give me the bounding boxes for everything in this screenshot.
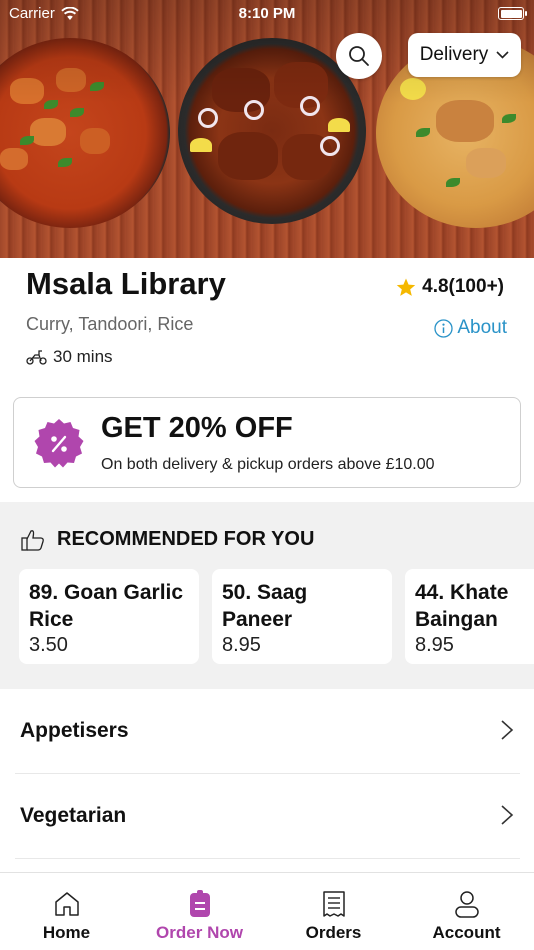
about-label: About [457,317,507,338]
clock: 8:10 PM [238,5,296,22]
star-icon [396,278,416,296]
chevron-down-icon [496,51,509,59]
recommended-section: RECOMMENDED FOR YOU 89. Goan Garlic Rice… [0,502,534,689]
tab-home[interactable]: Home [0,889,133,943]
tab-account[interactable]: Account [400,889,533,943]
bottom-tab-bar: Home Order Now Orders Account [0,872,534,950]
search-button[interactable] [336,33,382,79]
tab-order-now[interactable]: Order Now [133,889,266,943]
recommended-item[interactable]: 50. Saag Paneer 8.95 [212,569,392,664]
tab-label: Order Now [156,923,243,942]
scooter-icon [26,350,47,365]
home-icon [54,892,79,916]
recommended-item-price: 3.50 [29,634,68,656]
recommended-item-name: 50. Saag Paneer [222,581,308,631]
recommended-item-price: 8.95 [222,634,261,656]
offer-card[interactable]: GET 20% OFF On both delivery & pickup or… [13,397,521,488]
search-icon [349,46,369,66]
restaurant-rating: 4.8(100+) [396,276,504,298]
delivery-time-label: 30 mins [53,347,113,366]
recommended-title: RECOMMENDED FOR YOU [57,528,315,550]
category-label: Vegetarian [20,804,127,827]
delivery-mode-label: Delivery [419,44,489,65]
rating-value: 4.8(100+) [422,276,504,297]
status-bar: Carrier 8:10 PM [0,0,534,28]
tab-label: Orders [305,923,362,942]
category-row-appetisers[interactable]: Appetisers [15,689,520,774]
discount-badge-icon [34,419,84,468]
tab-label: Home [42,923,91,942]
info-icon [434,318,453,338]
recommended-item-name: 89. Goan Garlic Rice [29,581,184,631]
recommended-item-price: 8.95 [415,634,454,656]
restaurant-name: Msala Library [26,266,226,301]
recommended-header: RECOMMENDED FOR YOU [21,528,314,551]
recommended-item[interactable]: 89. Goan Garlic Rice 3.50 [19,569,199,664]
chevron-right-icon [501,720,514,740]
category-row-vegetarian[interactable]: Vegetarian [15,774,520,859]
offer-title: GET 20% OFF [101,412,293,444]
recommended-item-name: 44. Khate Baingan [415,581,509,631]
offer-subtitle: On both delivery & pickup orders above £… [101,456,435,473]
user-icon [454,891,479,918]
tab-orders[interactable]: Orders [267,889,400,943]
category-label: Appetisers [20,719,129,742]
delivery-mode-dropdown[interactable]: Delivery [408,33,521,77]
thumbs-up-icon [21,529,44,551]
delivery-time: 30 mins [26,347,113,367]
order-icon [189,890,210,917]
recommended-item[interactable]: 44. Khate Baingan 8.95 [405,569,534,664]
chevron-right-icon [501,805,514,825]
battery-icon [498,7,527,20]
tab-label: Account [432,923,501,942]
receipt-icon [322,891,345,917]
about-link[interactable]: About [434,317,507,339]
cuisine-list: Curry, Tandoori, Rice [26,314,194,334]
